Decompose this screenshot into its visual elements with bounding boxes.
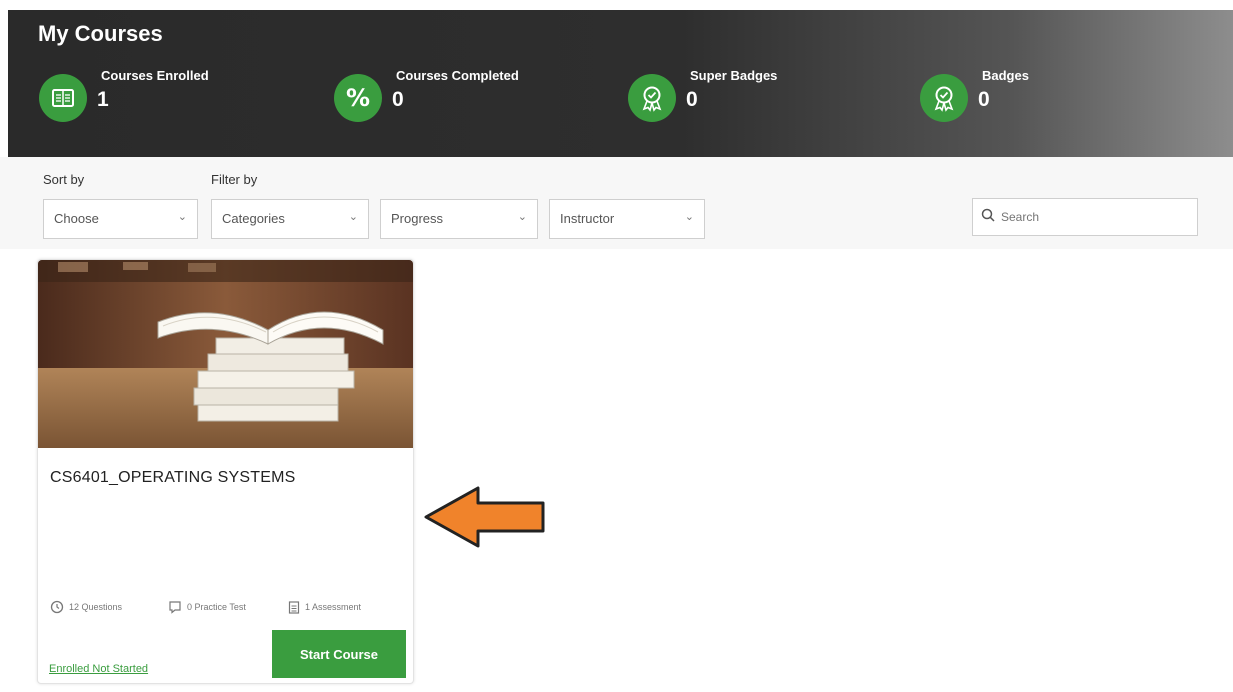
chevron-down-icon: ⌄: [684, 211, 694, 223]
instructor-select-value: Instructor: [560, 211, 615, 226]
page-title: My Courses: [38, 21, 163, 46]
stat-label: Badges: [982, 68, 1029, 83]
award-icon: [628, 74, 676, 122]
stat-label: Super Badges: [690, 68, 778, 83]
chat-icon: [168, 600, 182, 614]
chevron-down-icon: ⌄: [348, 211, 358, 223]
search-input[interactable]: [1001, 210, 1181, 224]
award-icon: [920, 74, 968, 122]
stat-courses-enrolled: Courses Enrolled 1: [39, 64, 299, 124]
chevron-down-icon: ⌄: [177, 211, 187, 223]
practice-count: 0 Practice Test: [168, 600, 246, 614]
questions-text: 12 Questions: [69, 602, 123, 612]
progress-select-value: Progress: [391, 211, 444, 226]
stat-value: 0: [392, 88, 404, 111]
stat-label: Courses Enrolled: [101, 68, 209, 83]
stat-courses-completed: % Courses Completed 0: [334, 64, 594, 124]
stat-super-badges: Super Badges 0: [628, 64, 888, 124]
search-box[interactable]: [972, 198, 1198, 236]
stat-value: 0: [686, 88, 698, 111]
questions-count: 12 Questions: [50, 600, 122, 614]
course-card[interactable]: CS6401_OPERATING SYSTEMS 12 Questions 0 …: [37, 259, 414, 684]
categories-select-value: Categories: [222, 211, 285, 226]
filter-label: Filter by: [211, 172, 258, 187]
chevron-down-icon: ⌄: [517, 211, 527, 223]
clipboard-icon: [288, 600, 300, 614]
practice-text: 0 Practice Test: [187, 602, 246, 612]
categories-select[interactable]: Categories ⌄: [211, 199, 369, 239]
course-thumbnail: [38, 260, 413, 448]
percent-icon: %: [334, 74, 382, 122]
status-link[interactable]: Enrolled Not Started: [49, 663, 148, 675]
stat-value: 0: [978, 88, 990, 111]
assessment-text: 1 Assessment: [305, 602, 362, 612]
stats-header: My Courses Courses Enrolled 1 % Courses …: [8, 10, 1233, 157]
stat-badges: Badges 0: [920, 64, 1180, 124]
start-course-button[interactable]: Start Course: [272, 630, 406, 678]
book-icon: [39, 74, 87, 122]
sort-select-value: Choose: [54, 211, 99, 226]
stat-label: Courses Completed: [396, 68, 519, 83]
sort-select[interactable]: Choose ⌄: [43, 199, 198, 239]
instructor-select[interactable]: Instructor ⌄: [549, 199, 705, 239]
sort-label: Sort by: [43, 172, 85, 187]
progress-select[interactable]: Progress ⌄: [380, 199, 538, 239]
search-icon: [981, 208, 995, 227]
pointer-arrow-icon: [424, 486, 545, 548]
stat-value: 1: [97, 88, 109, 111]
course-title: CS6401_OPERATING SYSTEMS: [50, 469, 296, 486]
assessment-count: 1 Assessment: [288, 600, 361, 614]
clock-icon: [50, 600, 64, 614]
filter-bar: Sort by Filter by Choose ⌄ Categories ⌄ …: [0, 157, 1233, 249]
